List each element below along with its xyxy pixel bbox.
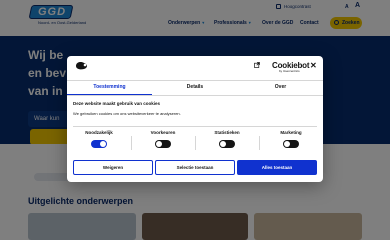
category-marketing: Marketing [261, 130, 321, 154]
category-label: Voorkeuren [150, 130, 176, 135]
category-label: Statistieken [214, 130, 240, 135]
toggle-noodzakelijk[interactable] [91, 140, 107, 148]
deny-button[interactable]: Weigeren [73, 160, 153, 175]
divider [131, 136, 132, 150]
external-link-icon[interactable] [254, 62, 260, 68]
tab-toestemming[interactable]: Toestemming [67, 81, 152, 95]
tab-details[interactable]: Details [152, 81, 238, 95]
divider [195, 136, 196, 150]
cookiebot-tagline: by Usercentrics [279, 69, 300, 73]
divider [259, 136, 260, 150]
allow-all-button[interactable]: Alles toestaan [237, 160, 317, 175]
divider [67, 95, 323, 96]
divider [73, 126, 317, 127]
dialog-title: Deze website maakt gebruik van cookies [73, 101, 161, 106]
category-label: Marketing [280, 130, 302, 135]
toggle-marketing[interactable] [283, 140, 299, 148]
category-voorkeuren: Voorkeuren [133, 130, 193, 154]
site-logo-icon [76, 62, 87, 70]
allow-selection-button[interactable]: Selectie toestaan [155, 160, 235, 175]
cookie-consent-dialog: Cookiebot by Usercentrics ✕ Toestemming … [67, 56, 323, 182]
toggle-voorkeuren[interactable] [155, 140, 171, 148]
category-statistieken: Statistieken [197, 130, 257, 154]
dialog-text: We gebruiken cookies om ons websiteverke… [73, 111, 181, 116]
close-icon[interactable]: ✕ [310, 62, 317, 70]
toggle-statistieken[interactable] [219, 140, 235, 148]
tab-over[interactable]: Over [238, 81, 323, 95]
category-label: Noodzakelijk [85, 130, 113, 135]
category-noodzakelijk: Noodzakelijk [69, 130, 129, 154]
